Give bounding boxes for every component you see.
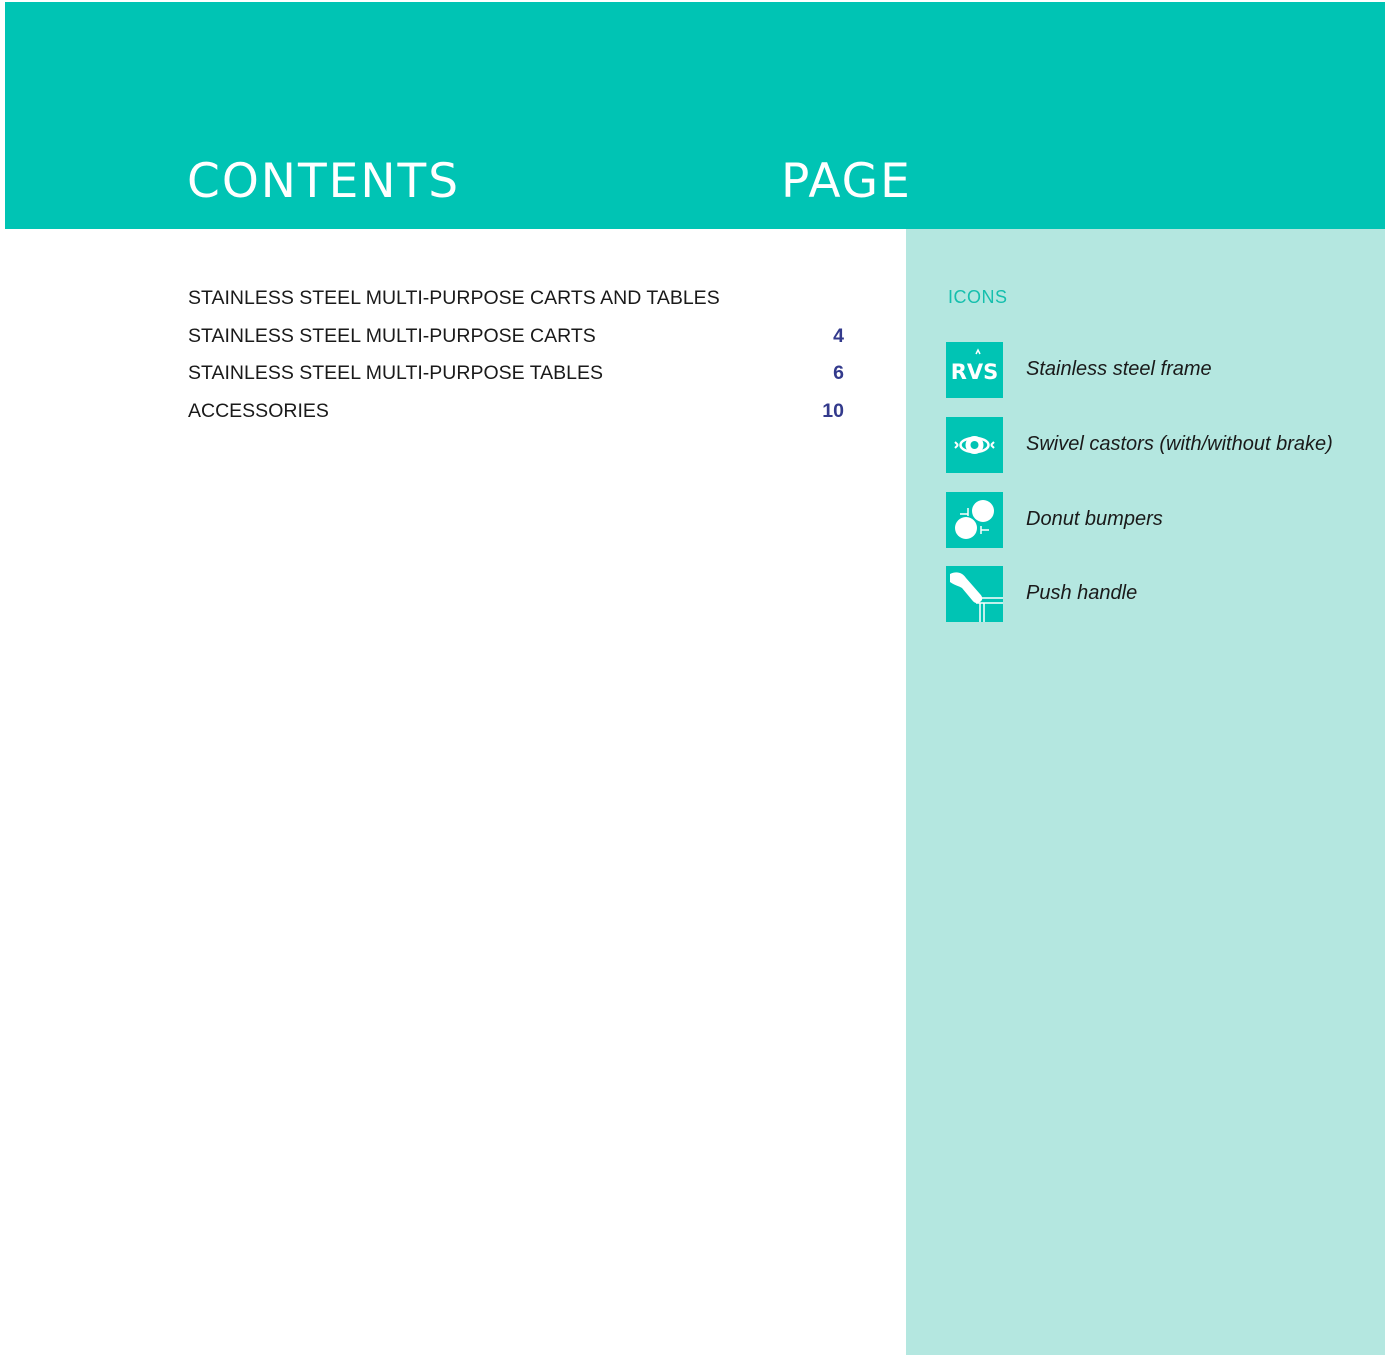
- contents-title: CONTENTS: [187, 154, 461, 209]
- rvs-icon-text: RVS: [951, 360, 999, 384]
- icon-label-swivel-castors: Swivel castors (with/without brake): [1026, 433, 1333, 455]
- toc-entry-carts[interactable]: STAINLESS STEEL MULTI-PURPOSE CARTS 4: [188, 321, 848, 359]
- toc-entry-label: STAINLESS STEEL MULTI-PURPOSE TABLES: [188, 362, 604, 384]
- toc-entry-label: ACCESSORIES: [188, 399, 329, 422]
- toc-entry-page: 4: [833, 324, 844, 347]
- donut-bumper-icon: [946, 492, 1003, 548]
- swivel-castor-icon: [946, 417, 1003, 473]
- push-handle-icon: [946, 566, 1003, 622]
- page-title: PAGE: [781, 154, 912, 209]
- toc-entry-tables[interactable]: STAINLESS STEEL MULTI-PURPOSE TABLES 6: [188, 358, 848, 396]
- toc-entry-page: 10: [822, 399, 844, 422]
- icon-label-stainless-frame: Stainless steel frame: [1026, 358, 1212, 380]
- toc-entry-accessories[interactable]: ACCESSORIES 10: [188, 396, 848, 434]
- icons-sidebar: ICONS RVS Stainless steel frame Swivel c…: [906, 229, 1385, 1355]
- toc-entry-label: STAINLESS STEEL MULTI-PURPOSE CARTS: [188, 324, 596, 347]
- toc-entry-carts-and-tables[interactable]: STAINLESS STEEL MULTI-PURPOSE CARTS AND …: [188, 283, 848, 321]
- icons-heading: ICONS: [948, 287, 1008, 307]
- toc-entry-page: 6: [833, 362, 844, 384]
- toc-entry-label: STAINLESS STEEL MULTI-PURPOSE CARTS AND …: [188, 287, 720, 309]
- rvs-icon: RVS: [946, 342, 1003, 398]
- icon-label-push-handle: Push handle: [1026, 582, 1138, 604]
- icon-label-donut-bumpers: Donut bumpers: [1026, 508, 1163, 530]
- table-of-contents: STAINLESS STEEL MULTI-PURPOSE CARTS AND …: [188, 283, 848, 433]
